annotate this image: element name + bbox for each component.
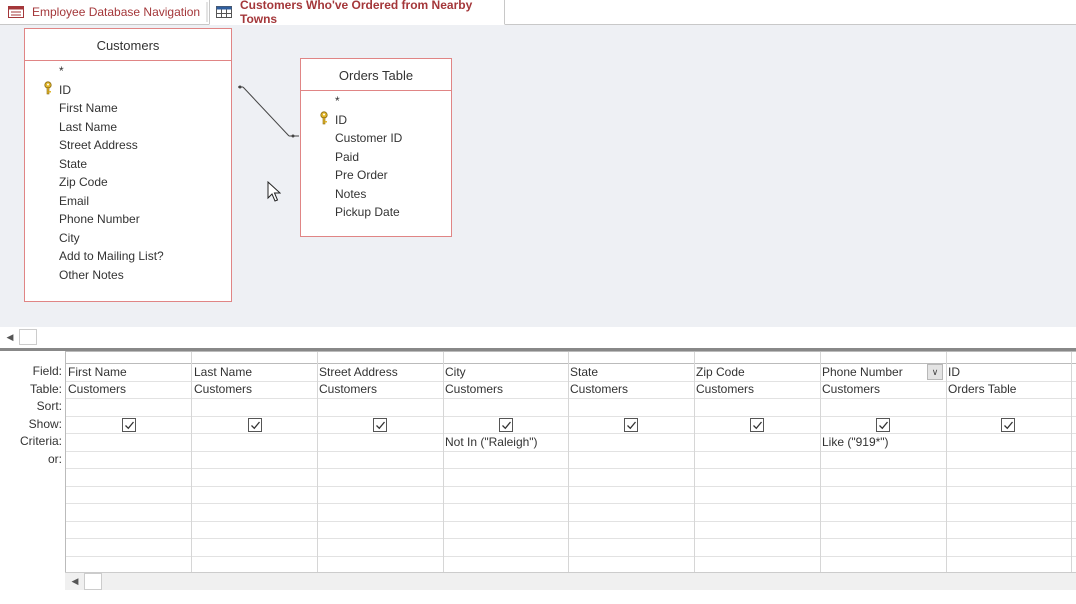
- tab-customers-nearby-towns-query[interactable]: Customers Who've Ordered from Nearby Tow…: [209, 0, 505, 26]
- grid-line: [66, 451, 1076, 452]
- row-label-sort: Sort:: [36, 399, 62, 413]
- column-divider[interactable]: [1071, 352, 1072, 573]
- show-checkbox[interactable]: [876, 418, 890, 432]
- grid-scrollbar[interactable]: ◀: [65, 572, 1076, 590]
- column-divider[interactable]: [946, 352, 947, 573]
- field-item[interactable]: City: [59, 229, 80, 247]
- scrollbar-thumb[interactable]: [19, 329, 37, 345]
- tab-label: Employee Database Navigation: [32, 5, 201, 19]
- document-tab-bar: Employee Database Navigation Customers W…: [0, 0, 1076, 26]
- criteria-cell-city[interactable]: Not In ("Raleigh"): [445, 434, 538, 451]
- field-item[interactable]: Street Address: [59, 136, 138, 154]
- field-item[interactable]: Customer ID: [335, 129, 402, 147]
- field-cell-first-name[interactable]: First Name: [68, 364, 127, 381]
- row-label-or: or:: [47, 452, 62, 466]
- tab-employee-database-navigation[interactable]: Employee Database Navigation: [0, 0, 204, 24]
- form-icon: [8, 6, 24, 18]
- grid-line: [66, 503, 1076, 504]
- field-item[interactable]: First Name: [59, 99, 118, 117]
- field-item[interactable]: Other Notes: [59, 266, 124, 284]
- design-pane-scrollbar[interactable]: ◀: [0, 328, 1076, 346]
- show-checkbox[interactable]: [373, 418, 387, 432]
- field-item[interactable]: *: [59, 62, 64, 80]
- field-dropdown-chevron-down-icon[interactable]: ∨: [927, 364, 943, 380]
- query-design-pane[interactable]: Customers * ID First Name Last Name Stre…: [0, 25, 1076, 327]
- table-cell[interactable]: Customers: [570, 381, 628, 398]
- table-cell[interactable]: Customers: [68, 381, 126, 398]
- field-item[interactable]: Email: [59, 192, 89, 210]
- show-checkbox[interactable]: [624, 418, 638, 432]
- field-cell-state[interactable]: State: [570, 364, 598, 381]
- grid-line: [66, 468, 1076, 469]
- customers-field-list[interactable]: Customers * ID First Name Last Name Stre…: [24, 28, 232, 302]
- grid-line: [66, 398, 1076, 399]
- field-item[interactable]: *: [335, 92, 340, 110]
- grid-line: [66, 433, 1076, 434]
- grid-line: [66, 556, 1076, 557]
- field-cell-last-name[interactable]: Last Name: [194, 364, 252, 381]
- primary-key-icon: [43, 81, 53, 95]
- customers-table-title[interactable]: Customers: [25, 29, 231, 61]
- scroll-left-icon[interactable]: ◀: [2, 329, 18, 345]
- table-cell[interactable]: Customers: [822, 381, 880, 398]
- table-cell[interactable]: Customers: [194, 381, 252, 398]
- field-item[interactable]: Pre Order: [335, 166, 388, 184]
- orders-field-list[interactable]: Orders Table * ID Customer ID Paid Pre O…: [300, 58, 452, 237]
- show-checkbox[interactable]: [248, 418, 262, 432]
- column-divider[interactable]: [317, 352, 318, 573]
- column-divider[interactable]: [568, 352, 569, 573]
- scrollbar-thumb[interactable]: [84, 573, 102, 590]
- field-item[interactable]: Zip Code: [59, 173, 108, 191]
- query-design-grid[interactable]: First Name Customers Last Name Customers…: [65, 351, 1076, 590]
- show-checkbox[interactable]: [122, 418, 136, 432]
- field-item[interactable]: Pickup Date: [335, 203, 400, 221]
- table-cell[interactable]: Customers: [319, 381, 377, 398]
- grid-line: [66, 416, 1076, 417]
- row-label-field: Field:: [32, 364, 62, 378]
- grid-line: [66, 538, 1076, 539]
- column-divider[interactable]: [191, 352, 192, 573]
- table-cell[interactable]: Orders Table: [948, 381, 1016, 398]
- query-icon: [216, 6, 232, 18]
- field-item[interactable]: Add to Mailing List?: [59, 247, 164, 265]
- scroll-left-icon[interactable]: ◀: [67, 573, 83, 589]
- row-label-table: Table:: [29, 382, 62, 396]
- table-cell[interactable]: Customers: [445, 381, 503, 398]
- field-cell-zip-code[interactable]: Zip Code: [696, 364, 745, 381]
- grid-line: [66, 486, 1076, 487]
- field-item[interactable]: ID: [335, 111, 347, 129]
- criteria-cell-phone-number[interactable]: Like ("919*"): [822, 434, 889, 451]
- field-item[interactable]: State: [59, 155, 87, 173]
- column-divider[interactable]: [443, 352, 444, 573]
- column-divider[interactable]: [820, 352, 821, 573]
- grid-line: [66, 521, 1076, 522]
- field-item[interactable]: Notes: [335, 185, 366, 203]
- tab-label: Customers Who've Ordered from Nearby Tow…: [240, 0, 473, 26]
- field-cell-street-address[interactable]: Street Address: [319, 364, 398, 381]
- show-checkbox[interactable]: [1001, 418, 1015, 432]
- field-item[interactable]: Paid: [335, 148, 359, 166]
- primary-key-icon: [319, 111, 329, 125]
- orders-table-title[interactable]: Orders Table: [301, 59, 451, 91]
- field-item[interactable]: Last Name: [59, 118, 117, 136]
- row-label-show: Show:: [28, 417, 62, 431]
- field-item[interactable]: ID: [59, 81, 71, 99]
- table-cell[interactable]: Customers: [696, 381, 754, 398]
- show-checkbox[interactable]: [750, 418, 764, 432]
- column-divider[interactable]: [694, 352, 695, 573]
- field-cell-city[interactable]: City: [445, 364, 466, 381]
- field-item[interactable]: Phone Number: [59, 210, 140, 228]
- mouse-cursor-icon: [267, 181, 281, 202]
- field-cell-phone-number[interactable]: Phone Number: [822, 364, 903, 381]
- show-checkbox[interactable]: [499, 418, 513, 432]
- row-label-criteria: Criteria:: [19, 434, 62, 448]
- field-cell-id[interactable]: ID: [948, 364, 960, 381]
